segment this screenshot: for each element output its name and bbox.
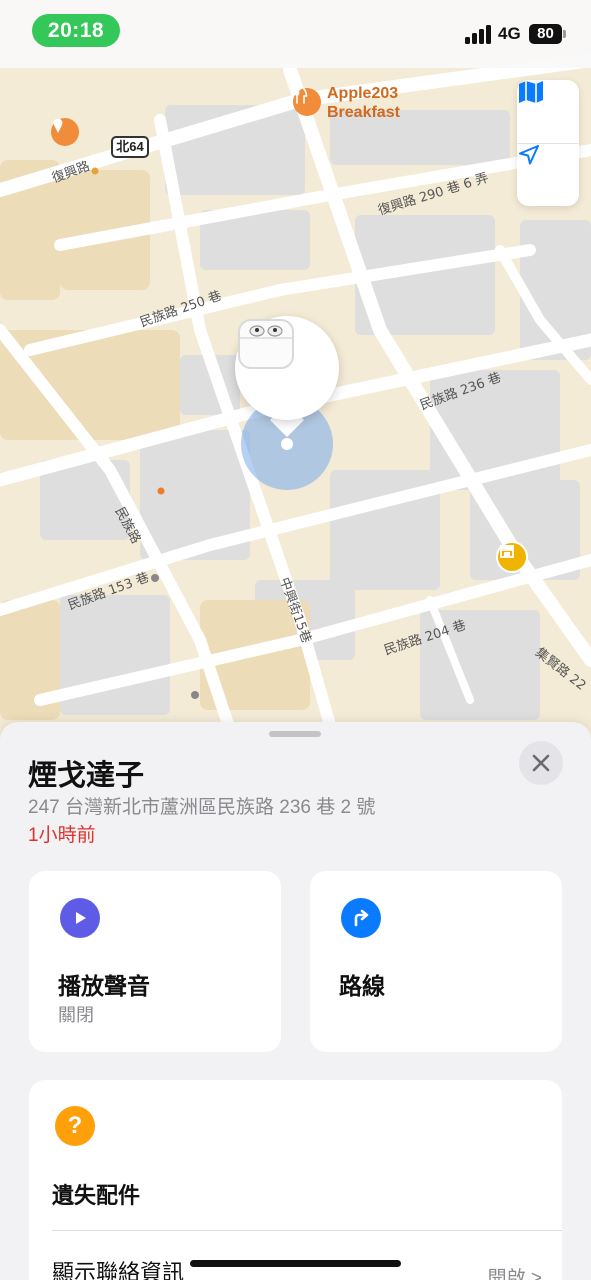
location-dot (281, 438, 293, 450)
battery-tip (563, 30, 566, 38)
directions-card[interactable]: 路線 (310, 871, 562, 1052)
last-seen-time: 1小時前 (28, 825, 96, 846)
contact-info-label[interactable]: 顯示聯絡資訊 (52, 1255, 184, 1280)
play-sound-status: 關閉 (58, 1005, 94, 1025)
lost-mode-card[interactable]: ? 遺失配件 顯示聯絡資訊 開啟 > (29, 1080, 562, 1280)
location-arrow-icon (519, 145, 539, 165)
poi-label[interactable]: Apple203 Breakfast (327, 84, 400, 122)
close-button[interactable] (519, 741, 563, 785)
play-sound-title: 播放聲音 (58, 973, 150, 999)
home-indicator[interactable] (190, 1260, 401, 1267)
sheet-grabber[interactable] (269, 731, 321, 737)
status-bar: 20:18 4G 80 (0, 0, 591, 68)
row-divider (52, 1230, 562, 1231)
route-shield: 北64 (111, 136, 149, 158)
turn-right-icon (341, 898, 381, 938)
directions-title: 路線 (339, 973, 385, 999)
question-icon: ? (55, 1106, 95, 1146)
battery-icon: 80 (529, 24, 562, 44)
lost-mode-title: 遺失配件 (52, 1183, 141, 1208)
ice-cream-icon[interactable] (51, 118, 79, 146)
poi-name-line1: Apple203 (327, 85, 399, 102)
map-controls (517, 80, 579, 206)
item-address: 247 台灣新北市蘆洲區民族路 236 巷 2 號 (28, 797, 376, 818)
signal-icon (465, 22, 491, 44)
status-time[interactable]: 20:18 (32, 14, 120, 47)
play-icon (60, 898, 100, 938)
map-icon (519, 81, 543, 103)
play-sound-card[interactable]: 播放聲音 關閉 (29, 871, 281, 1052)
poi-name-line2: Breakfast (327, 104, 400, 121)
fork-knife-icon[interactable] (293, 88, 321, 116)
airpods-icon (238, 319, 294, 369)
contact-info-value[interactable]: 開啟 > (488, 1263, 542, 1280)
map-mode-button[interactable] (517, 80, 579, 143)
device-pin[interactable] (235, 316, 339, 420)
close-icon (532, 754, 550, 772)
item-detail-sheet[interactable]: 煙戈達子 247 台灣新北市蘆洲區民族路 236 巷 2 號 1小時前 播放聲音… (0, 722, 591, 1280)
recenter-button[interactable] (517, 143, 579, 206)
item-title: 煙戈達子 (28, 760, 145, 792)
map-view[interactable]: 復興路 復興路 290 巷 6 弄 民族路 250 巷 民族路 236 巷 民族… (0, 0, 591, 760)
shop-icon[interactable] (496, 541, 528, 573)
network-type: 4G (498, 24, 521, 43)
